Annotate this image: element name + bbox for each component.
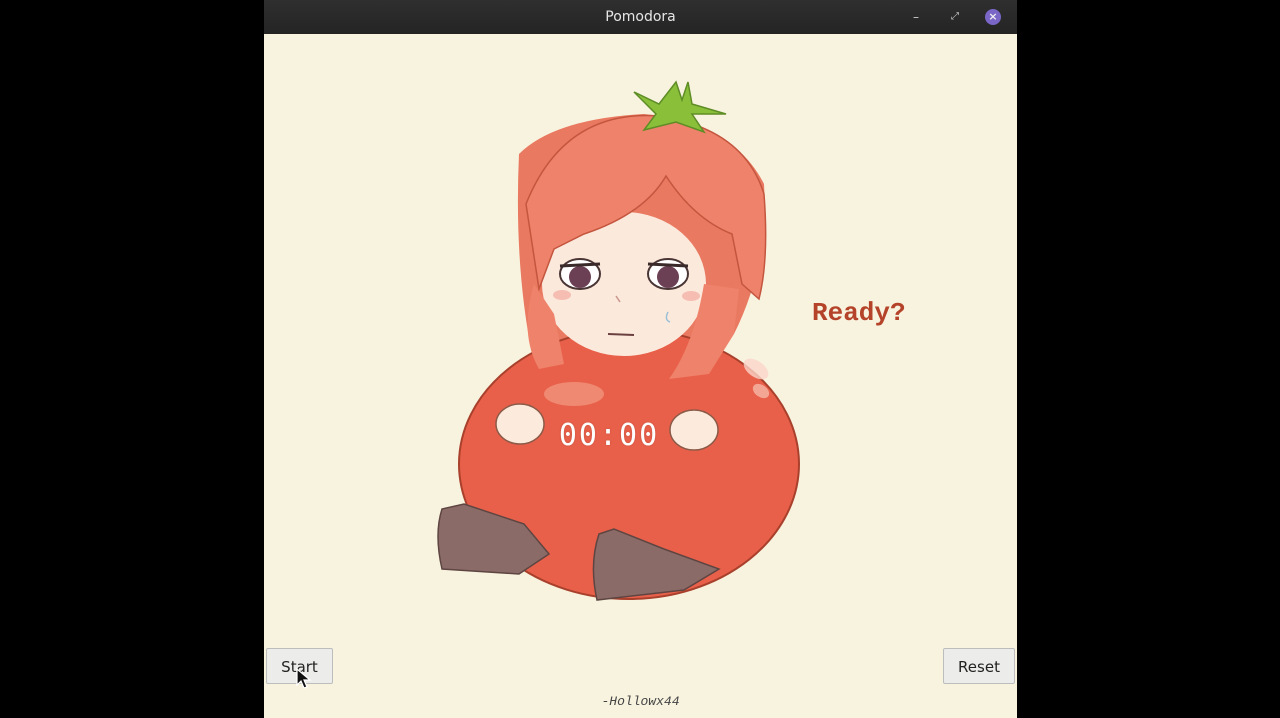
mouse-cursor-icon bbox=[296, 668, 312, 689]
timer-display: 00:00 bbox=[558, 418, 660, 453]
main-content: 00:00 Ready? Start Reset -Hollowx44 bbox=[264, 34, 1017, 718]
tomato-girl-illustration bbox=[437, 80, 800, 601]
window-title: Pomodora bbox=[605, 9, 676, 25]
app-window: Pomodora – ⤢ × 00:00 Ready? Start Reset … bbox=[264, 0, 1017, 718]
author-credit: -Hollowx44 bbox=[601, 694, 680, 709]
minimize-icon[interactable]: – bbox=[908, 9, 924, 25]
status-text: Ready? bbox=[812, 298, 906, 328]
close-icon[interactable]: × bbox=[985, 9, 1001, 25]
maximize-icon[interactable]: ⤢ bbox=[947, 9, 963, 25]
title-bar[interactable]: Pomodora – ⤢ × bbox=[264, 0, 1017, 34]
reset-button[interactable]: Reset bbox=[943, 648, 1015, 684]
